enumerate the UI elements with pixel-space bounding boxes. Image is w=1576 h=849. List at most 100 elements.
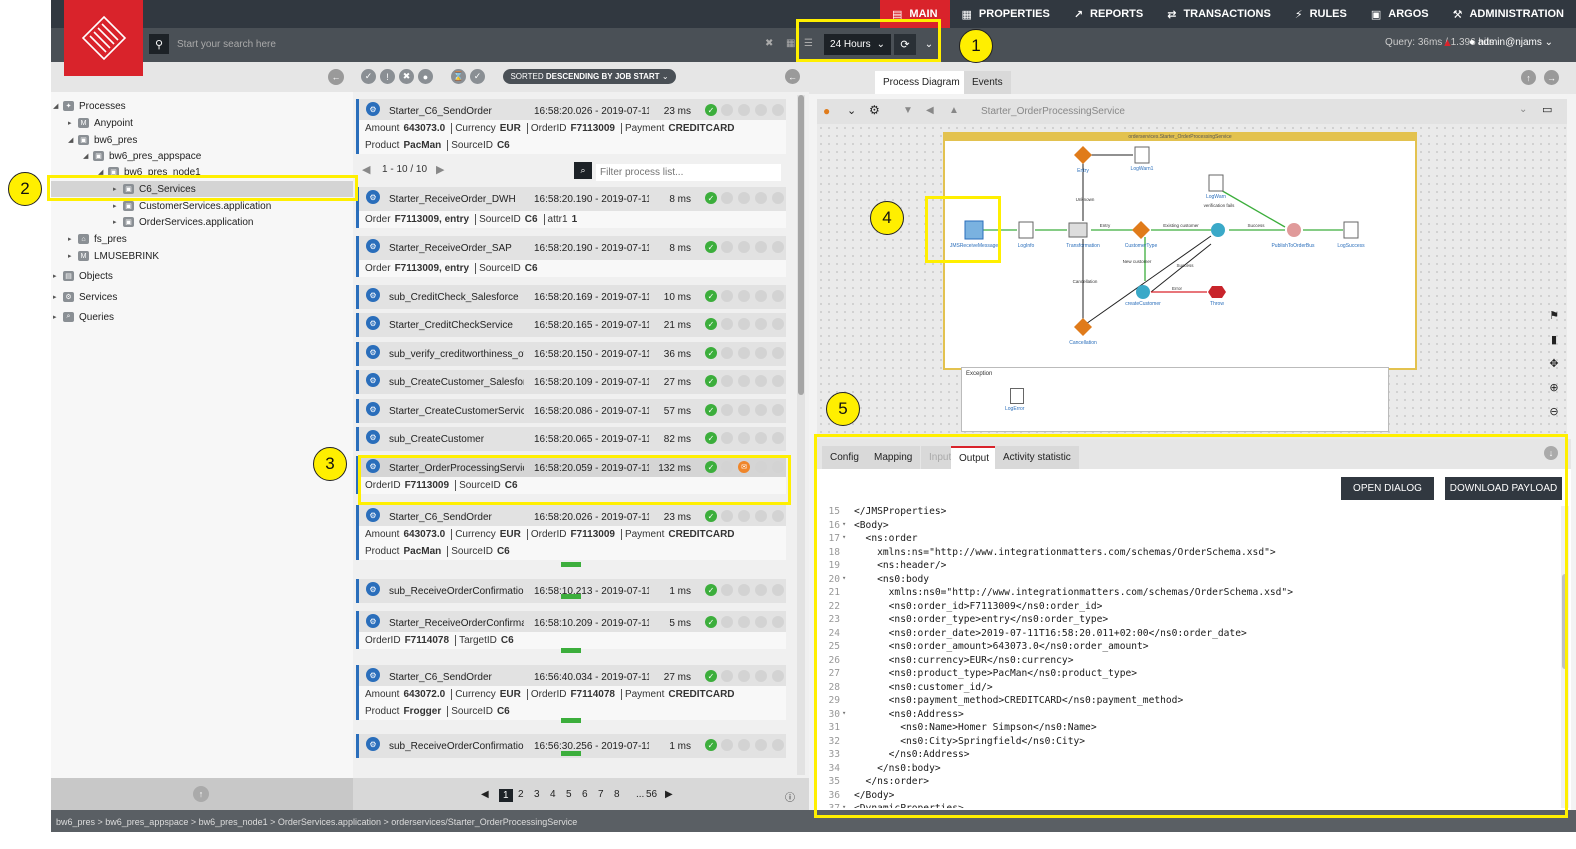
log-info-icon[interactable]: [1018, 221, 1034, 239]
process-row[interactable]: ⚙ sub_CreateCustomer_Salesforce 16:58:20.1…: [356, 370, 786, 394]
menu-properties[interactable]: ▦ PROPERTIES: [950, 0, 1062, 28]
caret-right-icon[interactable]: ▸: [53, 272, 63, 280]
expand-handle[interactable]: [561, 562, 581, 567]
calendar-icon[interactable]: ▦: [786, 38, 795, 49]
process-row[interactable]: ⚙ Starter_CreateCustomerService 16:58:20.0…: [356, 399, 786, 423]
triangle-left-icon[interactable]: ◀: [926, 105, 934, 116]
page-56[interactable]: 56: [646, 789, 657, 800]
process-row[interactable]: ⚙ Starter_ReceiveOrder_SAP 16:58:20.190 - …: [356, 236, 786, 260]
tab-process-diagram[interactable]: Process Diagram: [875, 71, 968, 94]
process-row[interactable]: ⚙ Starter_CreditCheckService 16:58:20.165 …: [356, 313, 786, 337]
transformation-icon[interactable]: [1068, 222, 1088, 238]
page-4[interactable]: 4: [550, 789, 556, 800]
marker-icon[interactable]: ●: [823, 104, 830, 118]
warning-icon[interactable]: ▲: [1442, 37, 1453, 49]
page-next-icon[interactable]: ▶: [436, 163, 444, 176]
search-input[interactable]: [171, 34, 771, 54]
tab-events[interactable]: Events: [964, 71, 1011, 94]
menu-transactions[interactable]: ⇄ TRANSACTIONS: [1155, 0, 1283, 28]
process-row[interactable]: ⚙ Starter_ReceiveOrder_DWH 16:58:20.190 - …: [356, 187, 786, 211]
menu-argos[interactable]: ▣ ARGOS: [1359, 0, 1441, 28]
filter-status-icon[interactable]: ⌛: [451, 69, 466, 84]
process-row[interactable]: ⚙ sub_verify_creditworthiness_of 16:58:20.…: [356, 342, 786, 366]
caret-down-icon[interactable]: ◢: [53, 102, 63, 110]
info-icon[interactable]: ⓘ: [785, 789, 795, 804]
collapse-left-icon[interactable]: ←: [785, 69, 800, 84]
settings-icon[interactable]: ⚙: [869, 103, 880, 117]
create-customer-icon[interactable]: [1136, 285, 1150, 299]
chevron-down-icon[interactable]: ⌄: [1519, 104, 1527, 115]
caret-right-icon[interactable]: ▸: [68, 235, 78, 243]
zoom-in-icon[interactable]: ⊕: [1543, 376, 1565, 398]
caret-right-icon[interactable]: ▸: [113, 218, 123, 226]
process-row[interactable]: ⚙ sub_CreateCustomer 16:58:20.065 - 2019-0…: [356, 427, 786, 451]
caret-right-icon[interactable]: ▸: [53, 313, 63, 321]
page-7[interactable]: 7: [598, 789, 604, 800]
process-row[interactable]: ⚙ sub_ReceiveOrderConfirmation 16:58:10.21…: [356, 579, 786, 603]
log-warn1-icon[interactable]: [1134, 146, 1150, 164]
tree-node[interactable]: ▸ ⌕ Queries: [53, 309, 114, 325]
expand-handle[interactable]: [561, 648, 581, 653]
log-warn-icon[interactable]: [1208, 174, 1224, 192]
app-logo[interactable]: [64, 0, 143, 76]
filter-error-icon[interactable]: ✖: [399, 69, 414, 84]
search-icon[interactable]: ⌕: [574, 162, 592, 179]
scrollbar-thumb[interactable]: [798, 95, 804, 395]
page-6[interactable]: 6: [582, 789, 588, 800]
tree-node[interactable]: ◢ ✦ Processes: [53, 98, 126, 114]
back-icon[interactable]: ←: [328, 69, 344, 85]
log-error-icon[interactable]: [1010, 388, 1024, 404]
triangle-up-icon[interactable]: ▲: [949, 105, 959, 116]
menu-rules[interactable]: ⚡ RULES: [1283, 0, 1359, 28]
tree-node[interactable]: ▸ ⌂ fs_pres: [68, 231, 127, 247]
page-prev-icon[interactable]: ◀: [481, 789, 489, 800]
list-scrollbar[interactable]: [797, 95, 805, 775]
scroll-up-icon[interactable]: ↑: [193, 786, 209, 802]
tree-node[interactable]: ◢ ▣ bw6_pres_appspace: [83, 148, 201, 164]
page-2[interactable]: 2: [518, 789, 524, 800]
caret-right-icon[interactable]: ▸: [53, 293, 63, 301]
expand-handle[interactable]: [561, 594, 581, 599]
search-icon[interactable]: ⚲: [149, 34, 169, 54]
filter-running-icon[interactable]: ●: [418, 69, 433, 84]
filter-warning-icon[interactable]: !: [380, 69, 395, 84]
page-8[interactable]: 8: [614, 789, 620, 800]
process-row[interactable]: ⚙ sub_CreditCheck_Salesforce 16:58:20.169 …: [356, 285, 786, 309]
chevron-down-icon[interactable]: ⌄: [847, 104, 856, 117]
caret-right-icon[interactable]: ▸: [113, 202, 123, 210]
page-5[interactable]: 5: [566, 789, 572, 800]
page-1[interactable]: 1: [499, 789, 513, 802]
tree-node[interactable]: ◢ ▣ bw6_pres: [68, 132, 137, 148]
tree-node[interactable]: ▸ ▣ OrderServices.application: [113, 214, 254, 230]
expand-handle[interactable]: [561, 718, 581, 723]
clear-search-icon[interactable]: ✖: [765, 38, 773, 49]
filter-success-icon[interactable]: ✓: [361, 69, 376, 84]
zoom-out-icon[interactable]: ⊖: [1543, 400, 1565, 422]
tree-node[interactable]: ▸ M LMUSEBRINK: [68, 248, 159, 264]
sort-dropdown[interactable]: SORTED DESCENDING BY JOB START ⌄: [503, 69, 676, 84]
scroll-up-icon[interactable]: ↑: [1521, 70, 1536, 85]
tag-icon[interactable]: ⚑: [1543, 304, 1565, 326]
menu-administration[interactable]: ⚒ ADMINISTRATION: [1441, 0, 1576, 28]
user-menu[interactable]: ● admin@njams ⌄: [1469, 37, 1553, 48]
entry-icon[interactable]: [1074, 146, 1092, 164]
publish-bus-icon[interactable]: [1287, 223, 1301, 237]
tree-node[interactable]: ▸ ⚙ Services: [53, 289, 117, 305]
window-icon[interactable]: ▭: [1542, 103, 1552, 116]
expand-handle[interactable]: [561, 751, 581, 756]
caret-right-icon[interactable]: ▸: [68, 252, 78, 260]
cancellation-icon[interactable]: [1074, 318, 1092, 336]
caret-down-icon[interactable]: ◢: [83, 152, 93, 160]
verify-credit-icon[interactable]: [1211, 223, 1225, 237]
triangle-down-icon[interactable]: ▼: [903, 105, 913, 116]
tree-node[interactable]: ▸ ▤ Objects: [53, 268, 113, 284]
tree-node[interactable]: ▸ M Anypoint: [68, 115, 133, 131]
page-3[interactable]: 3: [534, 789, 540, 800]
fit-screen-icon[interactable]: ✥: [1543, 352, 1565, 374]
select-all-icon[interactable]: ✓: [470, 69, 485, 84]
filter-process-input[interactable]: [596, 164, 781, 181]
page-next-icon[interactable]: ▶: [665, 789, 673, 800]
page-prev-icon[interactable]: ◀: [362, 163, 370, 176]
menu-reports[interactable]: ↗ REPORTS: [1062, 0, 1155, 28]
memory-icon[interactable]: ▮: [1543, 328, 1565, 350]
